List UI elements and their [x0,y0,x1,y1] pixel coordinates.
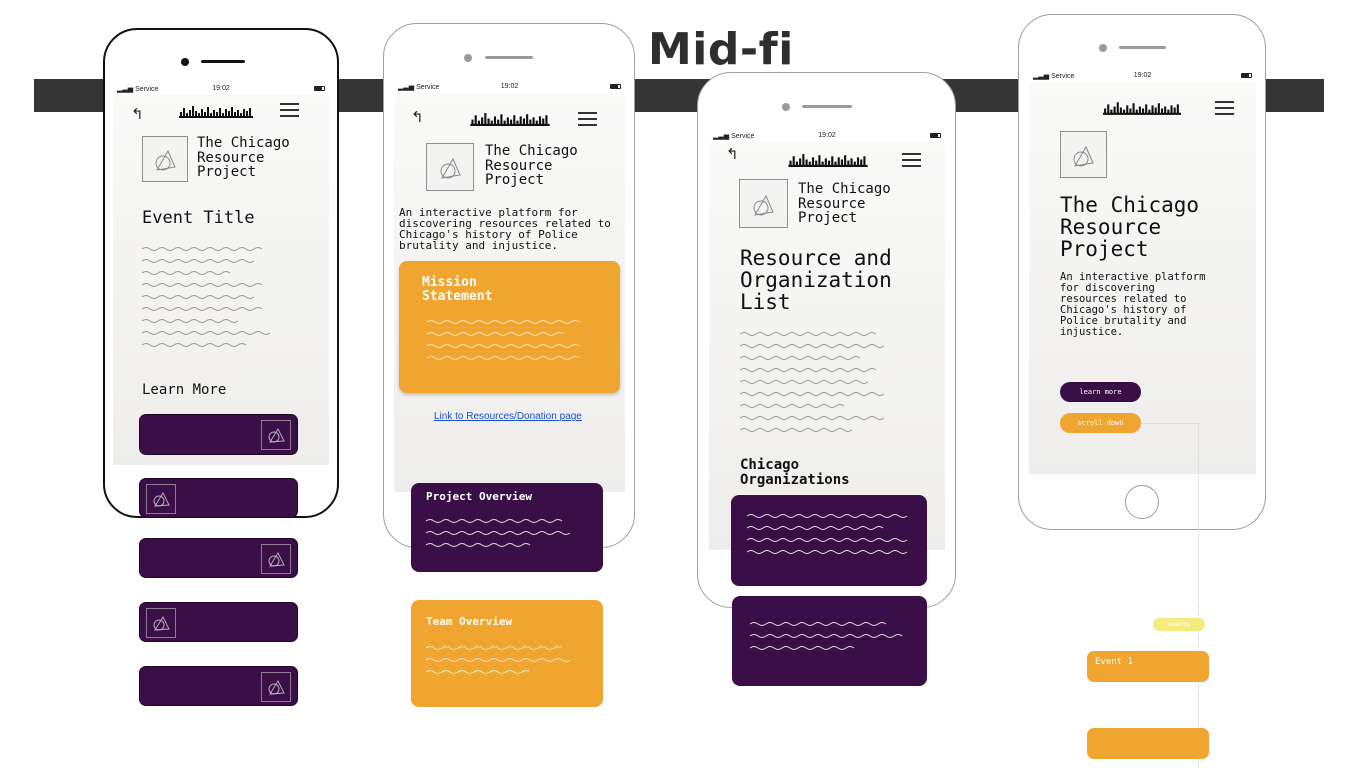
home-button[interactable] [1125,485,1159,519]
back-arrow-icon[interactable]: ↰ [411,108,424,126]
event-1-card[interactable]: Event 1 [1087,651,1209,682]
geometric-placeholder-icon [261,672,291,702]
event-1-label: Event 1 [1095,657,1133,667]
placeholder-text [750,622,903,650]
intro-text: An interactive platform for discovering re… [1060,271,1206,339]
placeholder-text [740,332,885,432]
geometric-placeholder-icon [146,608,176,638]
brand-title: The Chicago Resource Project [197,135,290,181]
screen-event: ▂▃▅ Service 19:02 ↰ The Chicago Resource P… [113,83,329,465]
event-button-1[interactable] [139,414,298,455]
placeholder-text [142,247,271,347]
skyline-logo-icon [470,113,550,126]
geometric-placeholder-icon [261,544,291,574]
organization-card-1[interactable] [731,495,927,586]
status-bar: ▂▃▅ Service 19:02 [394,81,625,93]
geometric-placeholder-icon [142,136,188,182]
geometric-placeholder-icon [739,179,788,228]
organization-card-2[interactable] [732,596,927,686]
project-overview-card[interactable]: Project Overview [411,483,603,572]
mission-statement-title: Mission Statement [422,275,493,305]
page-heading: Mid-fi [648,24,794,75]
event-title: Event Title [142,208,255,228]
hamburger-menu-icon[interactable] [902,153,921,171]
team-overview-card[interactable]: Team Overview [411,600,603,707]
skyline-logo-icon [788,154,868,167]
learn-more-heading: Learn More [142,382,227,398]
resources-donation-link[interactable]: Link to Resources/Donation page [434,411,582,422]
event-button-2[interactable] [139,478,298,518]
connector-line [1141,423,1199,424]
resource-list-title: Resource and Organization List [740,246,892,315]
event-button-5[interactable] [139,666,298,706]
connector-line [1198,423,1199,768]
event-button-4[interactable] [139,602,298,642]
geometric-placeholder-icon [146,484,176,514]
placeholder-text [427,320,580,360]
skyline-logo-icon [179,106,253,118]
geometric-placeholder-icon [261,420,291,450]
back-arrow-icon[interactable]: ↰ [726,145,739,163]
mission-statement-card[interactable]: Mission Statement [399,261,620,393]
team-overview-title: Team Overview [426,615,513,628]
status-bar: ▂▃▅ Service 19:02 [709,130,945,142]
chicago-organizations-heading: Chicago Organizations [740,457,850,488]
placeholder-text [747,514,908,554]
brand-title: The Chicago Resource Project [1060,193,1200,262]
placeholder-text [426,646,571,674]
learn-more-button[interactable]: learn more [1060,382,1141,402]
screen-home: ▂▃▅ Service 19:02 The Chicago Resource Pro… [1029,70,1256,474]
hamburger-menu-icon[interactable] [1215,101,1234,119]
brand-title: The Chicago Resource Project [485,143,578,189]
event-button-3[interactable] [139,538,298,578]
screen-resource-list: ▂▃▅ Service 19:02 ↰ The Chicago Resource P… [709,130,945,550]
brand-title: The Chicago Resource Project [798,181,891,227]
status-bar: ▂▃▅ Service 19:02 [1029,70,1256,82]
back-arrow-icon[interactable]: ↰ [131,105,144,123]
status-bar: ▂▃▅ Service 19:02 [113,83,329,95]
intro-text: An interactive platform for discovering r… [399,206,611,252]
scroll-down-button[interactable]: scroll down [1060,413,1141,433]
event-2-card[interactable] [1087,728,1209,759]
project-overview-title: Project Overview [426,490,532,503]
geometric-placeholder-icon [1060,131,1107,178]
skyline-logo-icon [1103,102,1181,115]
events-label: events [1153,618,1205,631]
hamburger-menu-icon[interactable] [578,112,597,130]
placeholder-text [426,519,571,547]
geometric-placeholder-icon [426,143,474,191]
hamburger-menu-icon[interactable] [280,103,299,121]
